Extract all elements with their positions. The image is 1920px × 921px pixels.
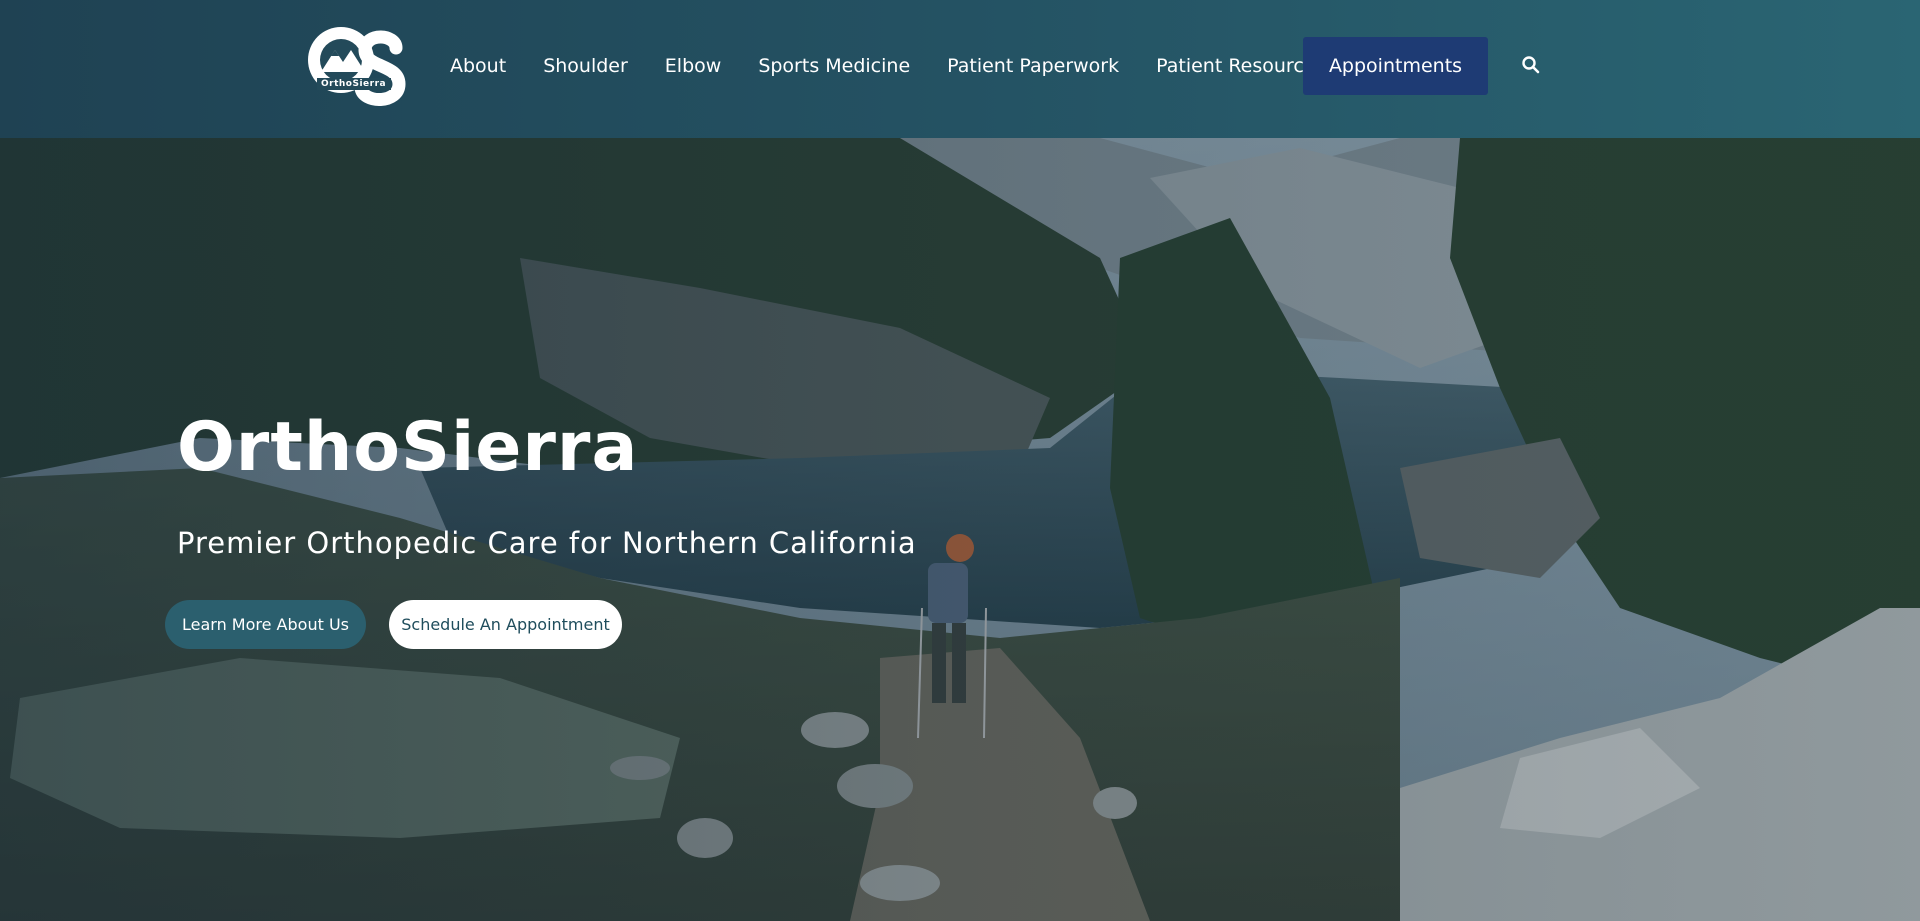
hero-title: OrthoSierra: [177, 408, 639, 487]
appointments-button[interactable]: Appointments: [1303, 37, 1488, 95]
nav-about[interactable]: About: [450, 55, 506, 77]
nav-patient-paperwork[interactable]: Patient Paperwork: [947, 55, 1119, 77]
nav-patient-resources[interactable]: Patient Resources: [1156, 55, 1325, 77]
nav-shoulder[interactable]: Shoulder: [543, 55, 628, 77]
learn-more-button[interactable]: Learn More About Us: [165, 600, 366, 649]
hero-section: OrthoSierra Premier Orthopedic Care for …: [0, 138, 1920, 921]
search-icon[interactable]: [1521, 55, 1541, 75]
site-header: OrthoSierra About Shoulder Elbow Sports …: [0, 0, 1920, 138]
hero-subtitle: Premier Orthopedic Care for Northern Cal…: [177, 526, 917, 560]
schedule-appointment-button[interactable]: Schedule An Appointment: [389, 600, 622, 649]
logo-mark: [308, 27, 406, 106]
main-nav: About Shoulder Elbow Sports Medicine Pat…: [450, 0, 1362, 132]
nav-sports-medicine[interactable]: Sports Medicine: [758, 55, 910, 77]
nav-elbow[interactable]: Elbow: [665, 55, 722, 77]
logo-wordmark: OrthoSierra: [321, 79, 387, 89]
orthosierra-logo[interactable]: OrthoSierra: [303, 20, 407, 110]
